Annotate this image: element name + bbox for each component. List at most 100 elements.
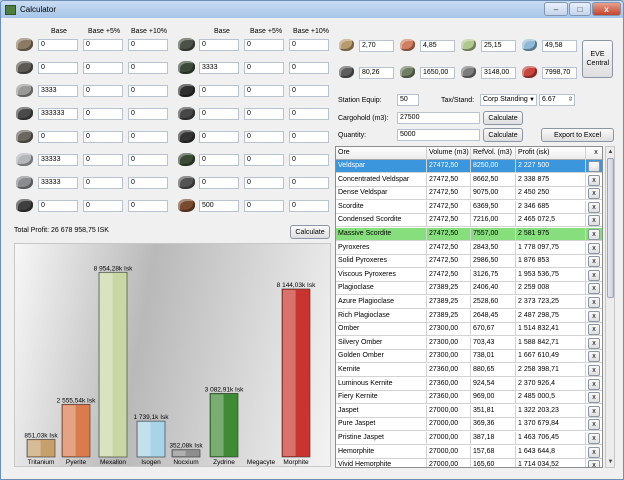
right-row3-col1-input[interactable]: 0	[199, 85, 239, 97]
table-row[interactable]: Massive Scordite 27472,50 7557,00 2 581 975…	[336, 228, 602, 241]
right-row2-col2-input[interactable]: 0	[244, 62, 284, 74]
left-row2-col2-input[interactable]: 0	[83, 62, 123, 74]
table-row[interactable]: Jaspet 27000,00 351,81 1 322 203,23 x	[336, 404, 602, 418]
table-row[interactable]: Azure Plagioclase 27389,25 2528,60 2 373 72…	[336, 296, 602, 309]
remove-row-button[interactable]: x	[588, 283, 600, 295]
left-row6-col3-input[interactable]: 0	[128, 154, 168, 166]
left-row8-col2-input[interactable]: 0	[83, 200, 123, 212]
right-row4-col1-input[interactable]: 0	[199, 108, 239, 120]
table-row[interactable]: Pure Jaspet 27000,00 369,36 1 370 679,84 x	[336, 418, 602, 432]
table-row[interactable]: Kernite 27360,00 880,65 2 258 398,71 x	[336, 364, 602, 377]
table-row[interactable]: Concentrated Veldspar 27472,50 8662,50 2 33…	[336, 173, 602, 187]
right-row8-col1-input[interactable]: 500	[199, 200, 239, 212]
table-scrollbar[interactable]: ▲ ▼	[605, 146, 615, 468]
remove-row-button[interactable]: x	[588, 365, 600, 376]
table-row[interactable]: Condensed Scordite 27472,50 7216,00 2 465 0…	[336, 214, 602, 228]
left-row5-col2-input[interactable]: 0	[83, 131, 123, 143]
right-row4-col3-input[interactable]: 0	[289, 108, 329, 120]
remove-row-button[interactable]: x	[588, 161, 600, 172]
left-row6-col1-input[interactable]: 33333	[38, 154, 78, 166]
export-excel-button[interactable]: Export to Excel	[541, 128, 614, 142]
table-row[interactable]: Fiery Kernite 27360,00 969,00 2 485 000,5 x	[336, 391, 602, 405]
table-row[interactable]: Hemorphite 27000,00 157,68 1 643 644,8 x	[336, 445, 602, 459]
scrollbar-thumb[interactable]	[607, 158, 614, 298]
standing-dropdown[interactable]: Corp Standing ▼	[480, 94, 537, 106]
remove-row-button[interactable]: x	[588, 310, 600, 322]
right-row7-col1-input[interactable]: 0	[199, 177, 239, 189]
left-row1-col2-input[interactable]: 0	[83, 39, 123, 51]
cargohold-input[interactable]: 27500	[397, 112, 480, 124]
table-row[interactable]: Luminous Kernite 27360,00 924,54 2 370 926,…	[336, 377, 602, 391]
left-row5-col3-input[interactable]: 0	[128, 131, 168, 143]
right-row7-col2-input[interactable]: 0	[244, 177, 284, 189]
mineral-price-input[interactable]: 2,70	[359, 40, 394, 52]
remove-row-button[interactable]: x	[588, 229, 600, 240]
quantity-input[interactable]: 5000	[397, 129, 480, 141]
right-row6-col3-input[interactable]: 0	[289, 154, 329, 166]
right-row1-col1-input[interactable]: 0	[199, 39, 239, 51]
left-row2-col3-input[interactable]: 0	[128, 62, 168, 74]
right-row2-col3-input[interactable]: 0	[289, 62, 329, 74]
right-row8-col2-input[interactable]: 0	[244, 200, 284, 212]
table-row[interactable]: Vivid Hemorphite 27000,00 165,60 1 714 034,…	[336, 459, 602, 467]
scroll-down-icon[interactable]: ▼	[607, 458, 614, 466]
right-row3-col2-input[interactable]: 0	[244, 85, 284, 97]
right-row5-col3-input[interactable]: 0	[289, 131, 329, 143]
left-row1-col3-input[interactable]: 0	[128, 39, 168, 51]
remove-row-button[interactable]: x	[588, 337, 600, 349]
mineral-price-input[interactable]: 49,58	[542, 40, 577, 52]
table-row[interactable]: Viscous Pyroxeres 27472,50 3126,75 1 953 53…	[336, 268, 602, 282]
right-row7-col3-input[interactable]: 0	[289, 177, 329, 189]
table-row[interactable]: Veldspar 27472,50 8250,00 2 227 500 x	[336, 160, 602, 173]
remove-row-button[interactable]: x	[588, 256, 600, 268]
left-row6-col2-input[interactable]: 0	[83, 154, 123, 166]
remove-row-button[interactable]: x	[588, 419, 600, 431]
left-row3-col2-input[interactable]: 0	[83, 85, 123, 97]
remove-row-button[interactable]: x	[588, 188, 600, 200]
left-row4-col2-input[interactable]: 0	[83, 108, 123, 120]
remove-row-button[interactable]: x	[588, 460, 600, 467]
right-row3-col3-input[interactable]: 0	[289, 85, 329, 97]
left-row2-col1-input[interactable]: 0	[38, 62, 78, 74]
right-row5-col2-input[interactable]: 0	[244, 131, 284, 143]
left-row7-col1-input[interactable]: 33333	[38, 177, 78, 189]
title-bar[interactable]: Calculator	[1, 1, 623, 18]
maximize-button[interactable]: □	[569, 2, 591, 16]
remove-row-button[interactable]: x	[588, 392, 600, 404]
remove-row-button[interactable]: x	[588, 378, 600, 390]
remove-row-button[interactable]: x	[588, 242, 600, 254]
table-row[interactable]: Scordite 27472,50 6369,50 2 346 685 x	[336, 200, 602, 214]
cargohold-calculate-button[interactable]: Calculate	[483, 111, 523, 125]
remove-row-button[interactable]: x	[588, 351, 600, 363]
table-row[interactable]: Omber 27300,00 670,67 1 514 832,41 x	[336, 323, 602, 337]
remove-row-button[interactable]: x	[588, 324, 600, 336]
remove-row-button[interactable]: x	[588, 446, 600, 458]
right-row6-col1-input[interactable]: 0	[199, 154, 239, 166]
mineral-price-input[interactable]: 1650,00	[420, 67, 455, 79]
header-profit[interactable]: Profit (isk)	[516, 147, 586, 160]
table-row[interactable]: Rich Plagioclase 27389,25 2648,45 2 487 298…	[336, 309, 602, 323]
left-row1-col1-input[interactable]: 0	[38, 39, 78, 51]
station-equip-input[interactable]: 50	[397, 94, 419, 106]
close-button[interactable]: x	[592, 2, 621, 16]
right-row2-col1-input[interactable]: 3333	[199, 62, 239, 74]
remove-row-button[interactable]: x	[588, 174, 600, 186]
header-refvol[interactable]: RefVol. (m3)	[471, 147, 516, 160]
left-row4-col3-input[interactable]: 0	[128, 108, 168, 120]
left-row8-col3-input[interactable]: 0	[128, 200, 168, 212]
left-row5-col1-input[interactable]: 0	[38, 131, 78, 143]
right-row6-col2-input[interactable]: 0	[244, 154, 284, 166]
table-row[interactable]: Plagioclase 27389,25 2406,40 2 259 008 x	[336, 282, 602, 296]
table-row[interactable]: Pristine Jaspet 27000,00 387,18 1 463 706,4…	[336, 432, 602, 445]
minimize-button[interactable]: –	[544, 2, 568, 16]
mineral-price-input[interactable]: 3148,00	[481, 67, 516, 79]
remove-row-button[interactable]: x	[588, 297, 600, 308]
table-row[interactable]: Golden Omber 27300,00 738,01 1 667 610,49 x	[336, 350, 602, 364]
remove-row-button[interactable]: x	[588, 215, 600, 227]
right-row5-col1-input[interactable]: 0	[199, 131, 239, 143]
left-row7-col2-input[interactable]: 0	[83, 177, 123, 189]
left-row3-col1-input[interactable]: 3333	[38, 85, 78, 97]
right-row1-col3-input[interactable]: 0	[289, 39, 329, 51]
header-volume[interactable]: Volume (m3)	[427, 147, 471, 160]
mineral-price-input[interactable]: 4,85	[420, 40, 455, 52]
